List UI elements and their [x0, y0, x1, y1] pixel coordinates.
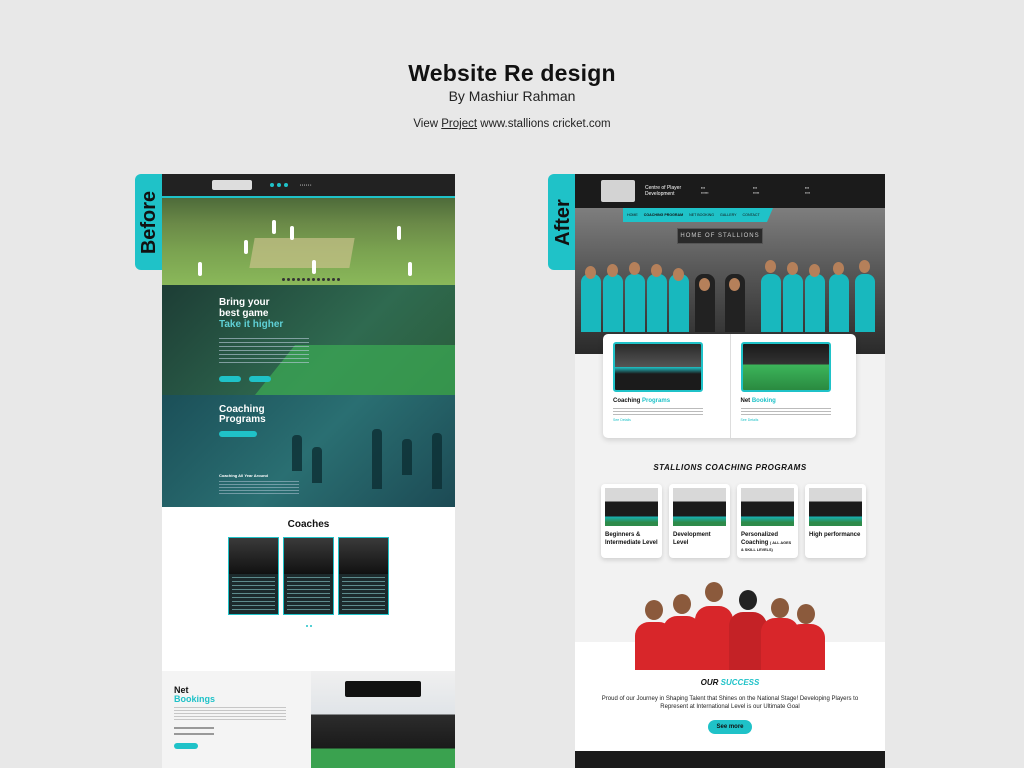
before-coaches-section: Coaches — [162, 507, 455, 643]
before-intro-button-1[interactable] — [219, 376, 241, 382]
after-tagline: Centre of Player Development — [645, 185, 682, 197]
services-card: Coaching Programs See Details Net Bookin… — [603, 334, 856, 438]
project-link[interactable]: Project — [441, 118, 477, 130]
before-label: Before — [138, 190, 161, 254]
program-label: Beginners & Intermediate Level — [605, 532, 658, 546]
nav-net-booking[interactable]: NET BOOKING — [689, 213, 714, 217]
after-hero-image: HOME OF STALLIONS — [575, 208, 885, 354]
after-tag: After — [548, 174, 578, 270]
see-more-button[interactable]: See more — [708, 720, 752, 734]
location-info: ▪▪▪ ▪▪▪▪ — [805, 186, 810, 195]
success-team-image — [635, 574, 825, 670]
success-title: OUR SUCCESS — [575, 678, 885, 687]
contact-info: ▪▪▪ ▪▪▪▪▪▪ — [701, 186, 709, 195]
net-booking-card[interactable]: Net Booking See Details — [729, 334, 857, 438]
view-url: www.stallions cricket.com — [480, 118, 611, 130]
after-mockup: Centre of Player Development ▪▪▪ ▪▪▪▪▪▪ ▪… — [575, 174, 885, 768]
before-hero-image — [162, 196, 455, 285]
success-title-a: OUR — [700, 678, 719, 687]
view-line: View Project www.stallions cricket.com — [0, 118, 1024, 130]
card-2-title-a: Net — [740, 398, 751, 404]
success-text: Proud of our Journey in Shaping Talent t… — [601, 696, 859, 710]
before-net-section: Net Bookings — [162, 671, 455, 768]
after-label: After — [551, 198, 574, 246]
before-coaches-title: Coaches — [287, 519, 330, 530]
hero-banner: HOME OF STALLIONS — [677, 228, 763, 244]
before-mockup: ▪ ▪ ▪ ▪ ▪ ▪ Bring your best game Take it… — [162, 174, 455, 768]
before-programs-section: Coaching Programs Coaching All Year Arou… — [162, 395, 455, 507]
card-2-link[interactable]: See Details — [741, 418, 847, 422]
before-hero-pager[interactable] — [282, 278, 340, 281]
after-footer-strip — [575, 751, 885, 768]
view-prefix: View — [413, 118, 439, 130]
program-card[interactable]: Beginners & Intermediate Level — [601, 484, 662, 558]
nav-gallery[interactable]: GALLERY — [720, 213, 737, 217]
programs-title: STALLIONS COACHING PROGRAMS — [653, 463, 807, 472]
before-intro-title: Bring your best game — [219, 297, 270, 319]
after-logo[interactable] — [601, 180, 635, 202]
before-coaches-pager[interactable] — [162, 625, 455, 627]
before-net-image — [311, 671, 455, 768]
before-net-subtitle: Bookings — [174, 694, 216, 704]
before-intro-button-2[interactable] — [249, 376, 271, 382]
byline: By Mashiur Rahman — [448, 88, 576, 104]
program-card[interactable]: High performance — [805, 484, 866, 558]
program-label: High performance — [809, 532, 861, 538]
nav-contact[interactable]: CONTACT — [743, 213, 760, 217]
after-topbar: Centre of Player Development ▪▪▪ ▪▪▪▪▪▪ ▪… — [575, 174, 885, 208]
nav-coaching-program[interactable]: COACHING PROGRAM — [644, 213, 683, 217]
before-coach-card[interactable] — [283, 537, 334, 615]
before-nav-links: ▪ ▪ ▪ ▪ ▪ ▪ — [300, 183, 312, 187]
before-intro-subtitle: Take it higher — [219, 319, 284, 330]
nav-home[interactable]: HOME — [627, 213, 638, 217]
call-info: ▪▪▪ ▪▪▪▪▪ — [753, 186, 760, 195]
success-title-b: SUCCESS — [720, 678, 760, 687]
coaching-programs-card[interactable]: Coaching Programs See Details — [603, 334, 730, 438]
before-programs-title: Coaching Programs — [219, 404, 266, 425]
before-intro-section: Bring your best game Take it higher — [162, 285, 455, 395]
card-1-title-a: Coaching — [613, 398, 641, 404]
card-2-title-b: Booking — [751, 398, 776, 404]
before-coach-card[interactable] — [338, 537, 389, 615]
programs-list: Beginners & Intermediate Level Developme… — [601, 484, 866, 558]
program-label: Development Level — [673, 532, 711, 546]
before-logo — [212, 180, 252, 190]
page-header: Website Re design By Mashiur Rahman View… — [0, 58, 1024, 130]
program-card[interactable]: Personalized Coaching ( ALL AGES & SKILL… — [737, 484, 798, 558]
program-card[interactable]: Development Level — [669, 484, 730, 558]
before-programs-button[interactable] — [219, 431, 257, 437]
before-coach-card[interactable] — [228, 537, 279, 615]
before-programs-subtitle: Coaching All Year Around — [219, 473, 268, 478]
page-title: Website Re design — [408, 60, 616, 86]
card-1-link[interactable]: See Details — [613, 418, 720, 422]
before-net-button[interactable] — [174, 743, 198, 749]
card-1-title-b: Programs — [642, 398, 671, 404]
before-navbar: ▪ ▪ ▪ ▪ ▪ ▪ — [162, 174, 455, 196]
before-nav-dots — [270, 183, 288, 187]
after-navbar: HOME COACHING PROGRAM NET BOOKING GALLER… — [623, 208, 773, 222]
before-tag: Before — [135, 174, 165, 270]
